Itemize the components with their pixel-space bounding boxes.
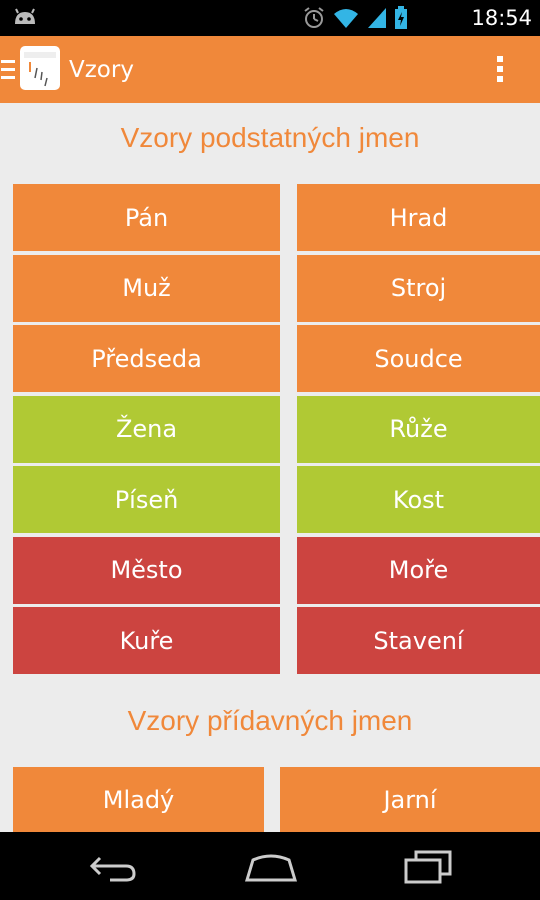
pattern-button[interactable]: Kost	[297, 466, 540, 533]
drawer-menu-icon[interactable]	[1, 60, 15, 80]
alarm-icon	[304, 7, 324, 28]
pattern-button[interactable]: Soudce	[297, 325, 540, 392]
pattern-button[interactable]: Růže	[297, 395, 540, 463]
signal-icon	[368, 8, 386, 28]
battery-icon	[395, 6, 407, 29]
action-bar: Vzory	[0, 36, 540, 103]
pattern-button[interactable]: Předseda	[13, 325, 280, 392]
pattern-button[interactable]: Píseň	[13, 466, 280, 533]
pattern-button[interactable]: Kuře	[13, 607, 280, 674]
pattern-button[interactable]: Moře	[297, 536, 540, 604]
app-logo[interactable]	[20, 46, 60, 90]
status-time: 18:54	[471, 6, 532, 30]
adjectives-heading: Vzory přídavných jmen	[127, 705, 413, 736]
pattern-button[interactable]: Muž	[13, 254, 280, 322]
nouns-heading: Vzory podstatných jmen	[120, 122, 420, 153]
back-icon[interactable]	[86, 846, 138, 886]
pattern-button[interactable]: Hrad	[297, 184, 540, 251]
status-bar: 18:54	[0, 0, 540, 36]
wifi-icon	[334, 9, 358, 28]
status-icons	[302, 6, 408, 30]
pattern-button[interactable]: Pán	[13, 184, 280, 251]
navigation-bar	[0, 832, 540, 900]
android-icon	[15, 8, 35, 24]
pattern-button[interactable]: Žena	[13, 395, 280, 463]
app-logo-icon	[24, 52, 56, 87]
app-title: Vzory	[69, 57, 134, 83]
pattern-button[interactable]: Jarní	[280, 767, 540, 832]
pattern-button[interactable]: Stroj	[297, 254, 540, 322]
home-icon[interactable]	[243, 846, 299, 886]
pattern-button[interactable]: Město	[13, 536, 280, 604]
recent-apps-icon[interactable]	[402, 846, 454, 886]
pattern-button[interactable]: Mladý	[13, 767, 264, 832]
overflow-menu-icon[interactable]	[495, 54, 505, 84]
pattern-button[interactable]: Stavení	[297, 607, 540, 674]
